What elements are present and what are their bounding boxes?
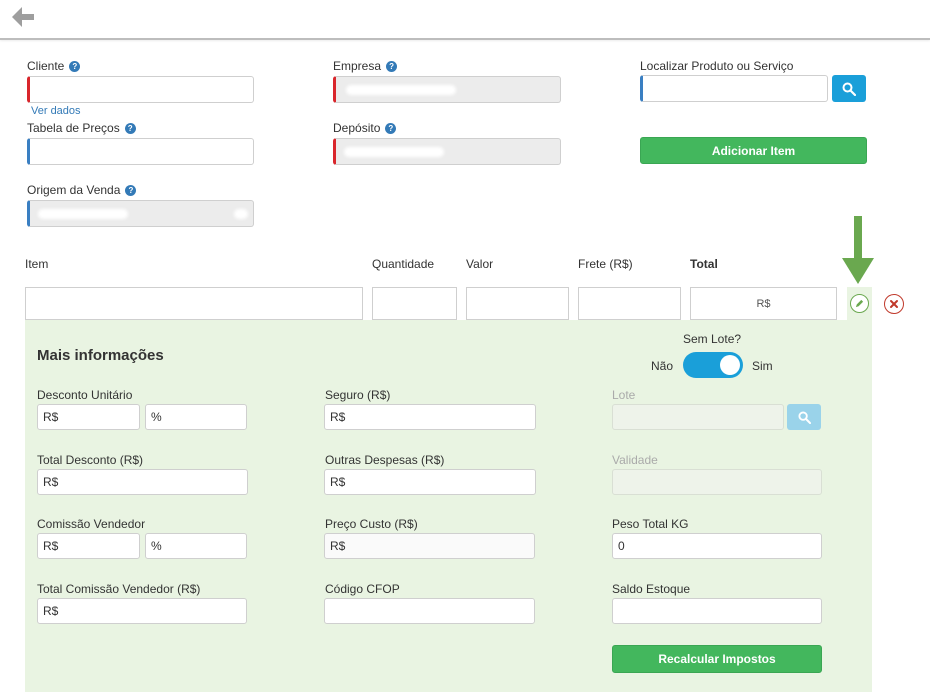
preco-custo-label: Preço Custo (R$) bbox=[325, 517, 418, 531]
origem-venda-input bbox=[27, 200, 254, 227]
help-icon[interactable]: ? bbox=[69, 60, 81, 72]
empresa-label: Empresa ? bbox=[333, 59, 398, 73]
panel-title: Mais informações bbox=[37, 347, 164, 364]
frete-cell-input[interactable] bbox=[578, 287, 681, 320]
total-column-header: Total bbox=[690, 257, 718, 271]
adicionar-item-button[interactable]: Adicionar Item bbox=[640, 137, 867, 164]
saldo-estoque-input[interactable] bbox=[612, 598, 822, 624]
origem-label-text: Origem da Venda bbox=[27, 183, 121, 197]
help-icon[interactable]: ? bbox=[385, 122, 397, 134]
deposito-label: Depósito ? bbox=[333, 121, 397, 135]
origem-label: Origem da Venda ? bbox=[27, 183, 137, 197]
desconto-unitario-percent-input[interactable]: % bbox=[145, 404, 247, 430]
lote-label: Lote bbox=[612, 388, 636, 402]
localizar-produto-input[interactable] bbox=[640, 75, 828, 102]
tabela-label-text: Tabela de Preços bbox=[27, 121, 120, 135]
comissao-vendedor-percent-input[interactable]: % bbox=[145, 533, 247, 559]
input-value: R$ bbox=[330, 475, 346, 489]
total-value: R$ bbox=[756, 297, 771, 310]
input-value: R$ bbox=[43, 475, 59, 489]
total-desconto-label: Total Desconto (R$) bbox=[37, 453, 144, 467]
validade-label: Validade bbox=[612, 453, 658, 467]
seguro-input[interactable]: R$ bbox=[324, 404, 536, 430]
recalcular-impostos-button[interactable]: Recalcular Impostos bbox=[612, 645, 822, 673]
edit-icon[interactable] bbox=[850, 294, 869, 313]
deposito-label-text: Depósito bbox=[333, 121, 381, 135]
redacted-text bbox=[346, 85, 456, 95]
input-value: R$ bbox=[330, 410, 346, 424]
codigo-cfop-label: Código CFOP bbox=[325, 582, 400, 596]
sem-lote-on-label: Sim bbox=[752, 359, 773, 373]
top-bar bbox=[0, 0, 930, 40]
input-value: R$ bbox=[330, 539, 346, 553]
codigo-cfop-input[interactable] bbox=[324, 598, 535, 624]
redacted-text bbox=[38, 209, 128, 219]
input-value: R$ bbox=[43, 410, 59, 424]
search-icon bbox=[797, 410, 811, 424]
search-button[interactable] bbox=[832, 75, 866, 102]
peso-total-label: Peso Total KG bbox=[612, 517, 689, 531]
comissao-vendedor-currency-input[interactable]: R$ bbox=[37, 533, 140, 559]
preco-custo-input[interactable]: R$ bbox=[324, 533, 535, 559]
empresa-input bbox=[333, 76, 561, 103]
total-cell: R$ bbox=[690, 287, 837, 320]
sem-lote-off-label: Não bbox=[651, 359, 674, 373]
lote-input bbox=[612, 404, 784, 430]
peso-total-input[interactable]: 0 bbox=[612, 533, 822, 559]
help-icon[interactable]: ? bbox=[386, 60, 398, 72]
frete-column-header: Frete (R$) bbox=[578, 257, 633, 271]
desconto-unitario-currency-input[interactable]: R$ bbox=[37, 404, 140, 430]
total-comissao-input[interactable]: R$ bbox=[37, 598, 247, 624]
saldo-estoque-label: Saldo Estoque bbox=[612, 582, 691, 596]
sem-lote-toggle[interactable] bbox=[683, 352, 743, 378]
redacted-text bbox=[38, 85, 98, 95]
outras-despesas-label: Outras Despesas (R$) bbox=[325, 453, 445, 467]
seguro-label: Seguro (R$) bbox=[325, 388, 391, 402]
arrow-down-icon bbox=[842, 216, 874, 284]
tabela-precos-input[interactable] bbox=[27, 138, 254, 165]
quantidade-cell-input[interactable] bbox=[372, 287, 457, 320]
help-icon[interactable]: ? bbox=[125, 184, 137, 196]
quantidade-column-header: Quantidade bbox=[372, 257, 435, 271]
total-comissao-label: Total Comissão Vendedor (R$) bbox=[37, 582, 201, 596]
desconto-unitario-label: Desconto Unitário bbox=[37, 388, 133, 402]
ver-dados-link[interactable]: Ver dados bbox=[31, 105, 81, 117]
deposito-input bbox=[333, 138, 561, 165]
valor-cell-input[interactable] bbox=[466, 287, 569, 320]
arrow-left-icon[interactable] bbox=[10, 5, 38, 29]
localizar-label: Localizar Produto ou Serviço bbox=[640, 59, 794, 73]
lote-search-button bbox=[787, 404, 821, 430]
redacted-text bbox=[344, 147, 444, 157]
validade-input bbox=[612, 469, 822, 495]
cliente-label-text: Cliente bbox=[27, 59, 65, 73]
help-icon[interactable]: ? bbox=[124, 122, 136, 134]
item-column-header: Item bbox=[25, 257, 49, 271]
input-value: 0 bbox=[618, 539, 625, 553]
empresa-label-text: Empresa bbox=[333, 59, 382, 73]
search-icon bbox=[842, 82, 856, 96]
sem-lote-label: Sem Lote? bbox=[683, 332, 742, 346]
cliente-label: Cliente ? bbox=[27, 59, 81, 73]
input-value: R$ bbox=[43, 539, 59, 553]
total-desconto-input[interactable]: R$ bbox=[37, 469, 248, 495]
outras-despesas-input[interactable]: R$ bbox=[324, 469, 536, 495]
toggle-knob bbox=[720, 355, 740, 375]
cliente-input[interactable] bbox=[27, 76, 254, 103]
mais-informacoes-panel bbox=[25, 320, 872, 692]
item-cell-input[interactable] bbox=[25, 287, 363, 320]
input-value: % bbox=[151, 410, 162, 424]
input-value: % bbox=[151, 539, 162, 553]
tabela-label: Tabela de Preços ? bbox=[27, 121, 136, 135]
delete-icon[interactable] bbox=[884, 294, 904, 314]
redacted-text bbox=[234, 209, 248, 219]
input-value: R$ bbox=[43, 604, 59, 618]
valor-column-header: Valor bbox=[466, 257, 494, 271]
comissao-vendedor-label: Comissão Vendedor bbox=[37, 517, 146, 531]
